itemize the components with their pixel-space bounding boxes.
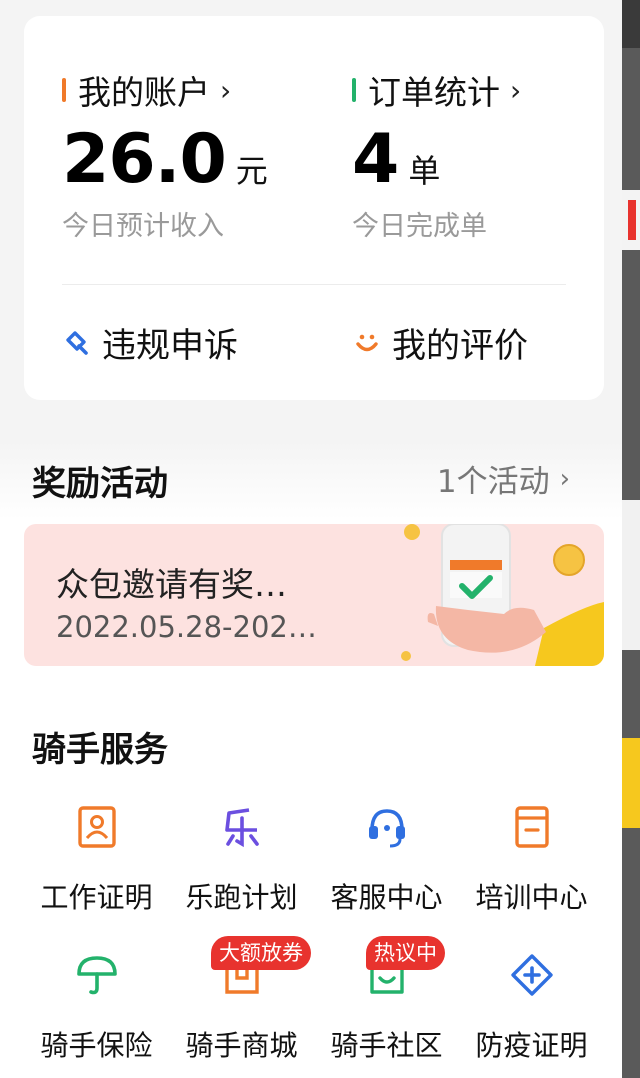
promo-badge: 大额放券 — [211, 936, 311, 970]
edge-segment — [622, 0, 640, 48]
appeal-link[interactable]: 违规申诉 — [62, 318, 238, 367]
rewards-count: 1个活动 — [436, 464, 550, 500]
phone-in-hand-illustration — [401, 524, 604, 666]
book-icon — [514, 806, 549, 848]
reward-banner[interactable]: 众包邀请有奖… 2022.05.28-202… — [24, 524, 604, 666]
account-title: 我的账户 — [78, 73, 210, 112]
rewards-title: 奖励活动 — [32, 464, 168, 504]
account-subtitle: 今日预计收入 — [62, 211, 224, 242]
card-divider — [62, 284, 566, 285]
accent-bar — [62, 78, 66, 102]
medical-cross-icon — [510, 954, 553, 996]
service-le-run-plan[interactable]: 乐跑计划 — [169, 800, 314, 930]
service-label: 工作证明 — [40, 881, 153, 914]
service-rider-insurance[interactable]: 骑手保险 — [24, 948, 169, 1078]
appeal-label: 违规申诉 — [102, 326, 238, 366]
orders-value: 4 — [352, 120, 399, 199]
orders-header[interactable]: 订单统计 › — [352, 66, 521, 114]
service-label: 乐跑计划 — [185, 881, 298, 914]
services-title: 骑手服务 — [32, 730, 168, 770]
service-label: 客服中心 — [330, 881, 443, 914]
accent-bar — [352, 78, 356, 102]
orders-unit: 单 — [408, 152, 441, 190]
banner-title: 众包邀请有奖… — [56, 565, 287, 604]
account-value-row: 26.0 元 — [62, 120, 268, 199]
account-header[interactable]: 我的账户 › — [62, 66, 231, 114]
service-label: 培训中心 — [475, 881, 588, 914]
id-card-icon — [77, 806, 116, 848]
service-label: 骑手社区 — [330, 1029, 443, 1062]
service-epidemic-certificate[interactable]: 防疫证明 — [459, 948, 604, 1078]
banner-date: 2022.05.28-202… — [56, 610, 317, 644]
orders-title: 订单统计 — [368, 73, 500, 112]
service-label: 骑手保险 — [40, 1029, 153, 1062]
edge-segment — [628, 200, 636, 240]
edge-segment — [622, 738, 640, 828]
service-rider-community[interactable]: 骑手社区 热议中 — [314, 936, 459, 1078]
le-icon — [224, 808, 259, 848]
orders-value-row: 4 单 — [352, 120, 440, 199]
rating-link[interactable]: 我的评价 — [352, 318, 528, 367]
chevron-right-icon: › — [510, 73, 522, 107]
rating-label: 我的评价 — [392, 326, 528, 366]
service-label: 骑手商城 — [185, 1029, 298, 1062]
service-work-certificate[interactable]: 工作证明 — [24, 800, 169, 930]
orders-subtitle: 今日完成单 — [352, 211, 487, 242]
adjacent-screen-edge — [622, 0, 640, 1078]
account-card: 我的账户 › 26.0 元 今日预计收入 订单统计 › 4 单 今日完成单 违规… — [24, 16, 604, 400]
hammer-icon — [66, 330, 88, 355]
rewards-more-link[interactable]: 1个活动 › — [437, 456, 570, 501]
account-value: 26.0 — [62, 120, 227, 199]
rider-home: 我的账户 › 26.0 元 今日预计收入 订单统计 › 4 单 今日完成单 违规… — [0, 0, 622, 1078]
umbrella-icon — [76, 956, 117, 995]
chevron-right-icon: › — [220, 73, 232, 107]
hot-badge: 热议中 — [366, 936, 445, 970]
service-training-center[interactable]: 培训中心 — [459, 800, 604, 930]
smile-icon — [356, 334, 378, 351]
headset-icon — [368, 809, 405, 848]
service-customer-center[interactable]: 客服中心 — [314, 800, 459, 930]
account-unit: 元 — [235, 152, 268, 190]
service-label: 防疫证明 — [475, 1029, 588, 1062]
chevron-right-icon: › — [559, 463, 570, 494]
service-rider-mall[interactable]: 骑手商城 大额放券 — [169, 936, 314, 1078]
edge-segment — [622, 500, 640, 650]
